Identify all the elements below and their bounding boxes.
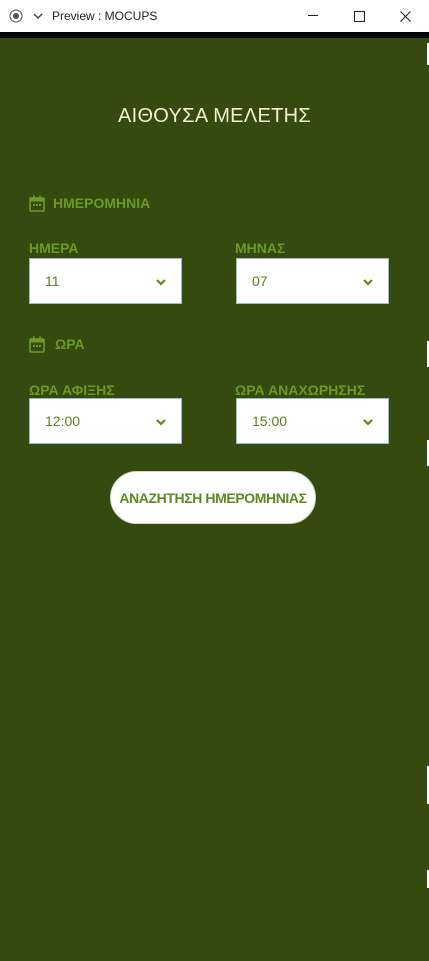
month-label: ΜΗΝΑΣ [235, 240, 286, 256]
chevron-down-icon [362, 417, 374, 427]
time-section-header: ΩΡΑ [29, 335, 85, 353]
departure-time-label: ΩΡΑ ΑΝΑΧΩΡΗΣΗΣ [235, 382, 366, 398]
date-section-header: ΗΜΕΡΟΜΗΝΙΑ [29, 194, 150, 212]
search-date-button-label: ΑΝΑΖΗΤΗΣΗ ΗΜΕΡΟΜΗΝΙΑΣ [119, 489, 307, 506]
arrival-time-label: ΩΡΑ ΑΦΙΞΗΣ [29, 382, 115, 398]
close-button[interactable] [382, 0, 428, 32]
time-section-label: ΩΡΑ [55, 336, 85, 352]
minimize-button[interactable] [290, 0, 336, 32]
page-title: ΑΙΘΟΥΣΑ ΜΕΛΕΤΗΣ [117, 105, 312, 127]
chevron-down-icon [362, 277, 374, 287]
window-title: Preview : MOCUPS [52, 9, 158, 23]
departure-time-select[interactable]: 15:00 [236, 398, 389, 444]
chevron-down-icon [155, 417, 167, 427]
chevron-down-icon [155, 277, 167, 287]
day-select[interactable]: 11 [29, 258, 182, 304]
day-value: 11 [45, 273, 60, 289]
calendar-icon [29, 336, 45, 353]
month-value: 07 [252, 273, 268, 289]
departure-time-value: 15:00 [252, 413, 288, 429]
arrival-time-select[interactable]: 12:00 [29, 398, 182, 444]
app-screen: ΑΙΘΟΥΣΑ ΜΕΛΕΤΗΣ ΗΜΕΡΟΜΗΝΙΑ ΗΜΕΡΑ 11 ΜΗΝΑ… [0, 38, 429, 961]
date-section-label: ΗΜΕΡΟΜΗΝΙΑ [53, 195, 151, 211]
day-label: ΗΜΕΡΑ [29, 240, 79, 256]
record-icon[interactable] [8, 8, 24, 24]
maximize-icon [353, 10, 365, 22]
arrival-time-value: 12:00 [45, 413, 81, 429]
search-date-button[interactable]: ΑΝΑΖΗΤΗΣΗ ΗΜΕΡΟΜΗΝΙΑΣ [110, 471, 316, 524]
close-icon [399, 10, 411, 22]
month-select[interactable]: 07 [236, 258, 389, 304]
chevron-down-icon[interactable] [30, 8, 46, 24]
window-titlebar: Preview : MOCUPS [0, 0, 429, 32]
minimize-icon [308, 15, 318, 16]
calendar-icon [29, 195, 45, 212]
maximize-button[interactable] [336, 0, 382, 32]
